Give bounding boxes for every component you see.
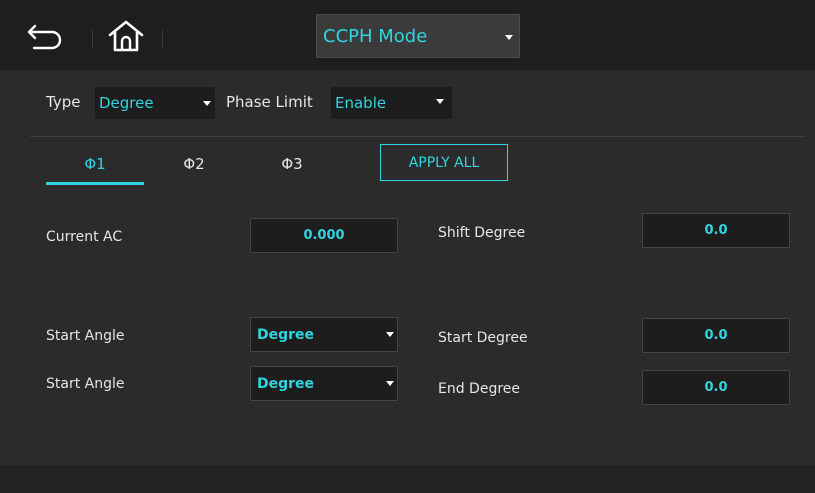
shift-degree-input[interactable]: 0.0 — [642, 213, 790, 248]
mode-select-value: CCPH Mode — [323, 25, 428, 47]
home-button[interactable] — [102, 18, 150, 54]
divider — [30, 136, 805, 137]
type-select[interactable]: Degree — [95, 87, 215, 119]
start-angle-select-1-value: Degree — [257, 326, 315, 343]
chevron-down-icon — [505, 35, 513, 40]
start-angle-label-2: Start Angle — [46, 376, 125, 392]
type-label: Type — [46, 93, 81, 111]
start-angle-label-1: Start Angle — [46, 328, 125, 344]
top-bar: CCPH Mode — [0, 0, 815, 70]
phase-limit-select[interactable]: Enable — [331, 87, 452, 119]
home-icon — [108, 20, 144, 52]
tab-phase-2[interactable]: Φ2 — [144, 144, 244, 184]
end-degree-input[interactable]: 0.0 — [642, 370, 790, 405]
bottom-strip — [0, 465, 815, 493]
apply-all-button[interactable]: APPLY ALL — [380, 144, 508, 181]
end-degree-label: End Degree — [438, 381, 521, 397]
start-degree-label: Start Degree — [438, 330, 528, 346]
separator — [92, 30, 93, 48]
start-degree-input[interactable]: 0.0 — [642, 318, 790, 353]
active-tab-indicator — [46, 182, 144, 185]
start-angle-select-1[interactable]: Degree — [250, 317, 398, 352]
phase-limit-select-value: Enable — [335, 94, 387, 112]
phase-limit-label: Phase Limit — [226, 93, 313, 111]
chevron-down-icon — [386, 332, 394, 337]
start-angle-select-2-value: Degree — [257, 375, 315, 392]
back-button[interactable] — [22, 20, 70, 52]
current-ac-label: Current AC — [46, 229, 123, 245]
tab-phase-3[interactable]: Φ3 — [244, 144, 340, 184]
type-select-value: Degree — [99, 94, 154, 112]
current-ac-input[interactable]: 0.000 — [250, 218, 398, 253]
separator — [162, 30, 163, 48]
mode-select[interactable]: CCPH Mode — [316, 14, 520, 58]
shift-degree-label: Shift Degree — [438, 225, 526, 241]
chevron-down-icon — [386, 381, 394, 386]
tab-phase-1[interactable]: Φ1 — [46, 144, 144, 184]
chevron-down-icon — [436, 99, 444, 104]
chevron-down-icon — [203, 101, 211, 106]
start-angle-select-2[interactable]: Degree — [250, 366, 398, 401]
back-arrow-icon — [27, 24, 62, 50]
